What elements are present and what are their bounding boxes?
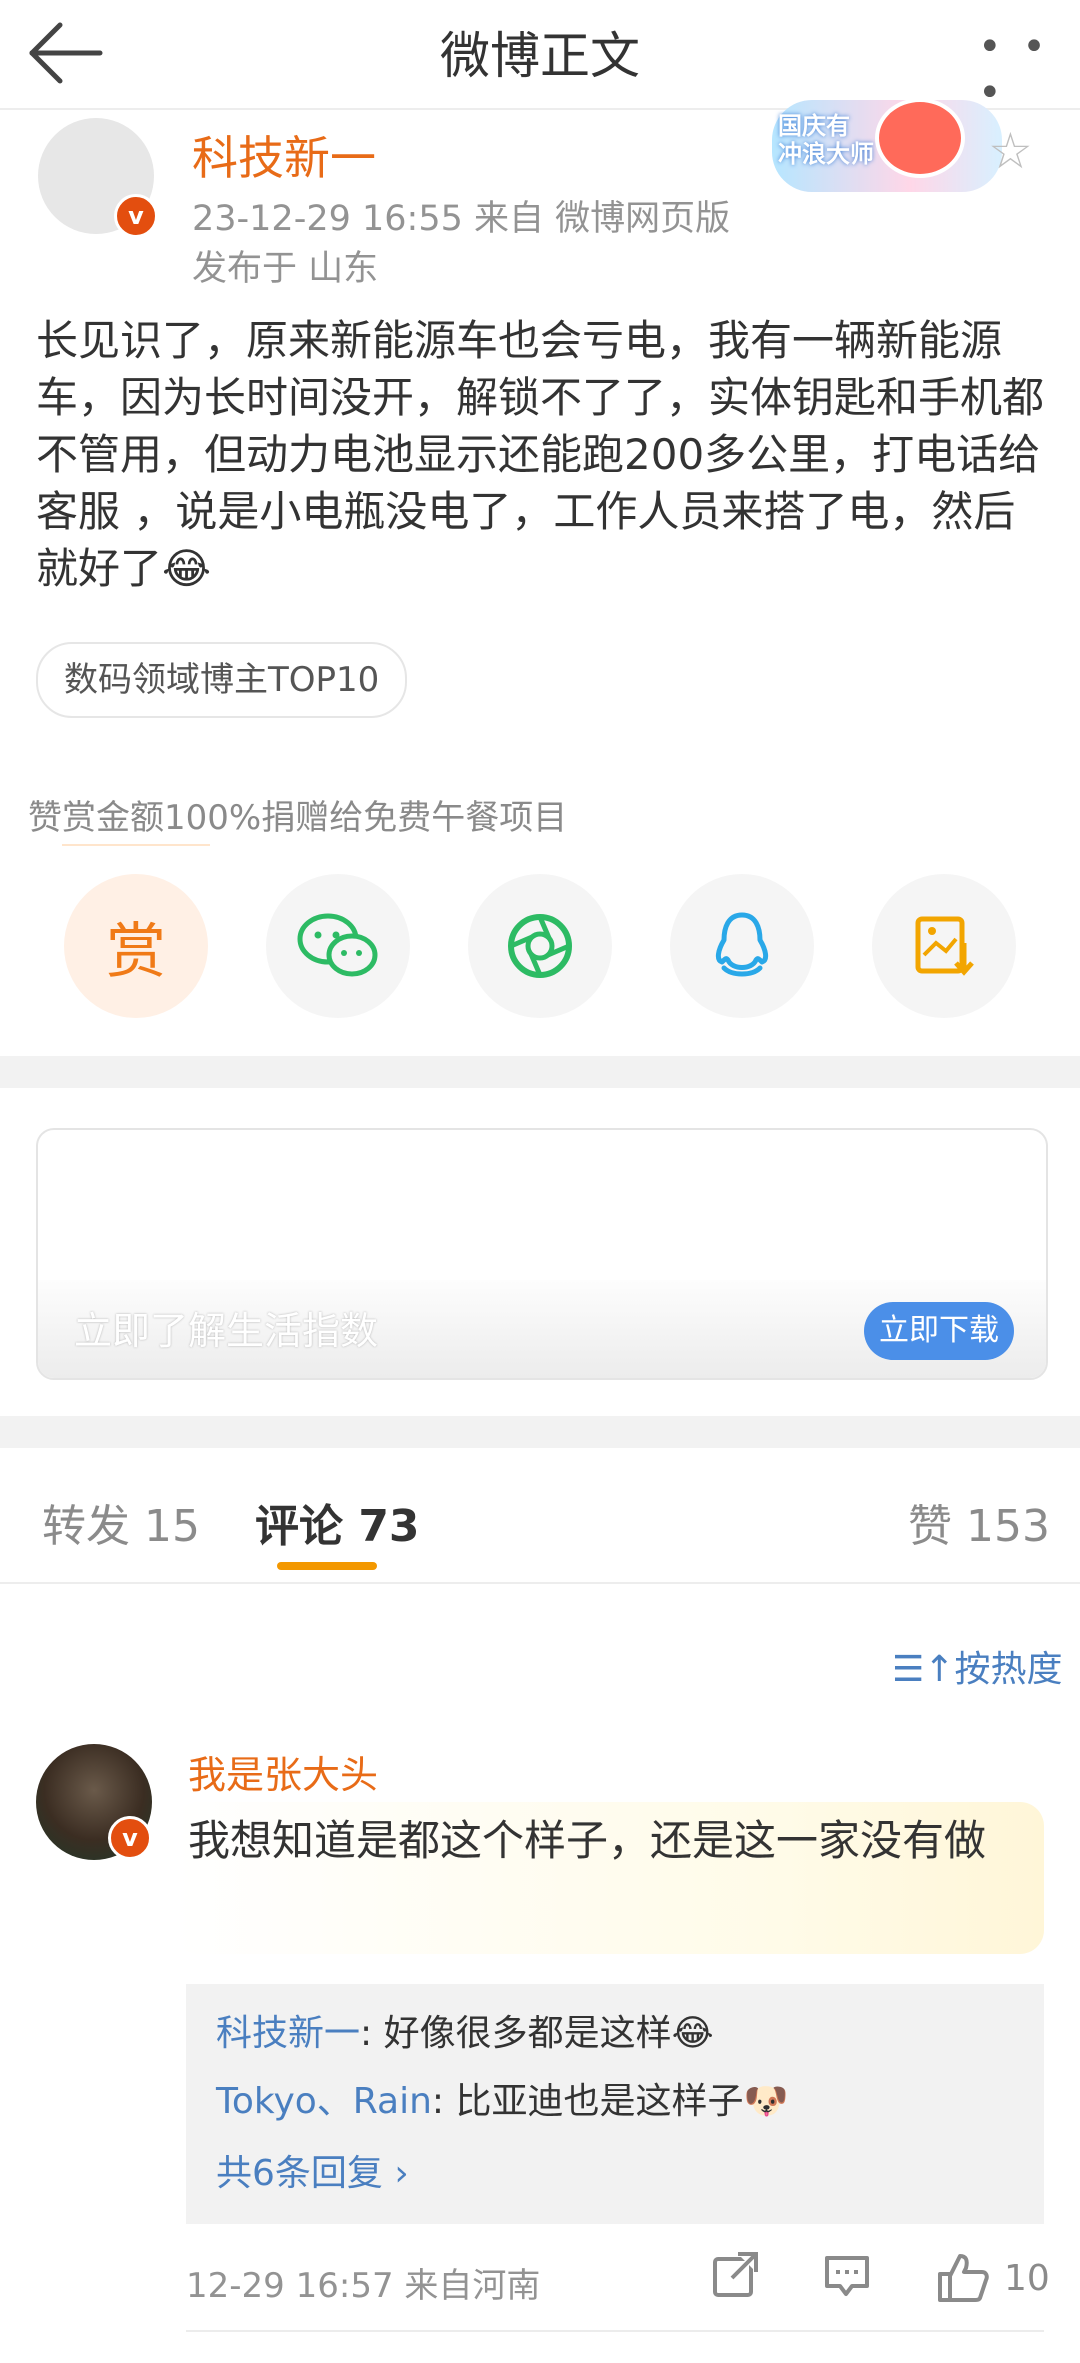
ad-card[interactable]: 立即了解生活指数 立即下载 <box>36 1128 1048 1380</box>
sort-button[interactable]: ☰↑按热度 <box>892 1640 1062 1692</box>
repost-comment-icon[interactable] <box>710 2250 760 2304</box>
reply-author[interactable]: 科技新一 <box>216 2013 360 2054</box>
sort-lines-icon: ☰↑ <box>892 1649 955 1690</box>
reward-label: 赏 <box>106 916 166 987</box>
author-name[interactable]: 科技新一 <box>192 122 376 188</box>
share-wechat-button[interactable] <box>266 874 410 1018</box>
reply-comment-icon[interactable] <box>822 2250 872 2304</box>
tab-divider <box>0 1582 1080 1584</box>
wechat-icon <box>297 913 378 977</box>
ad-text: 立即了解生活指数 <box>74 1309 379 1353</box>
replies-box[interactable]: 科技新一: 好像很多都是这样😂 Tokyo、Rain: 比亚迪也是这样子🐶 共6… <box>186 1984 1044 2224</box>
post-location: 发布于 山东 <box>192 249 379 289</box>
section-divider <box>0 1416 1080 1448</box>
comment-meta: 12-29 16:57 来自河南 <box>186 2266 541 2306</box>
qq-penguin-icon <box>715 912 769 977</box>
reply-text: : 好像很多都是这样😂 <box>360 2013 714 2054</box>
commenter-verified-badge-icon: v <box>108 1816 152 1860</box>
tab-repost[interactable]: 转发 15 <box>42 1490 200 1554</box>
mascot-fish-icon <box>875 98 965 178</box>
post-meta: 23-12-29 16:55 来自 微博网页版 <box>192 199 731 239</box>
reply-item: 科技新一: 好像很多都是这样😂 <box>216 2004 714 2056</box>
tab-indicator <box>277 1562 377 1570</box>
more-options-icon[interactable]: • • • <box>978 24 1080 116</box>
sort-label: 按热度 <box>954 1649 1063 1690</box>
page-title: 微博正文 <box>440 27 640 85</box>
reply-text: : 比亚迪也是这样子🐶 <box>431 2081 789 2122</box>
like-count: 10 <box>1004 2258 1050 2299</box>
save-image-button[interactable] <box>872 874 1016 1018</box>
reward-note: 赞赏金额100%捐赠给免费午餐项目 <box>28 798 568 838</box>
reply-author[interactable]: Tokyo、Rain <box>216 2081 432 2122</box>
top-bar: 微博正文 • • • <box>0 0 1080 116</box>
ad-download-button[interactable]: 立即下载 <box>864 1302 1014 1360</box>
more-replies-link[interactable]: 共6条回复 › <box>216 2144 409 2196</box>
like-thumb-icon[interactable] <box>936 2250 990 2308</box>
post-text: 长见识了，原来新能源车也会亏电，我有一辆新能源车，因为长时间没开，解锁不了了，实… <box>36 316 1045 593</box>
reward-pointer-line <box>62 844 210 846</box>
event-badge-text: 国庆有 冲浪大师 <box>778 112 874 168</box>
tab-like[interactable]: 赞 153 <box>908 1490 1050 1554</box>
comment-divider <box>186 2330 1044 2332</box>
reply-item: Tokyo、Rain: 比亚迪也是这样子🐶 <box>216 2072 788 2124</box>
section-divider <box>0 1056 1080 1088</box>
moments-aperture-icon <box>508 914 572 978</box>
favorite-star-icon[interactable]: ☆ <box>988 126 1033 176</box>
comment-text: 我想知道是都这个样子，还是这一家没有做 <box>188 1816 987 1865</box>
share-qq-button[interactable] <box>670 874 814 1018</box>
verified-badge-icon: v <box>114 194 158 238</box>
reward-button[interactable]: 赏 <box>64 874 208 1018</box>
commenter-name[interactable]: 我是张大头 <box>188 1744 378 1799</box>
save-image-icon <box>915 916 974 976</box>
blogger-tag-chip[interactable]: 数码领域博主TOP10 <box>36 642 408 718</box>
tab-comment[interactable]: 评论 73 <box>255 1490 420 1554</box>
share-moments-button[interactable] <box>468 874 612 1018</box>
